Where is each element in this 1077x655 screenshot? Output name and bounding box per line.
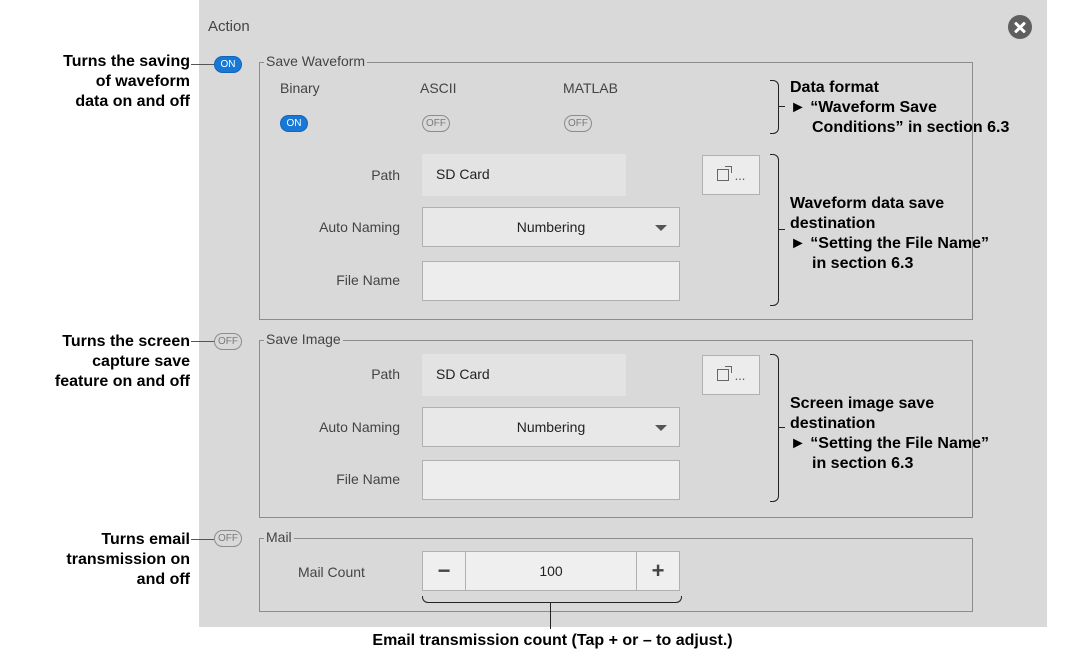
annotation-line: in section 6.3 [812,455,914,472]
browse-label: ... [734,167,746,183]
mail-group-label: Mail [264,529,294,545]
close-icon[interactable] [1008,15,1032,39]
save-waveform-toggle[interactable]: ON [214,56,242,73]
image-path-value: SD Card [422,354,626,396]
waveform-path-label: Path [371,167,400,183]
format-ascii-toggle[interactable]: OFF [422,115,450,132]
waveform-browse-button[interactable]: ... [702,155,760,195]
annotation-waveform-dest: Waveform data save destination ► “Settin… [790,194,1075,274]
brace [422,596,682,603]
annotation-line: Turns email [101,531,190,548]
annotation-data-format: Data format ► “Waveform Save Conditions”… [790,78,1075,138]
open-external-icon [716,366,732,381]
annotation-line: transmission on [66,551,190,568]
mail-count-value[interactable]: 100 [466,552,636,590]
format-binary-label: Binary [280,80,320,96]
waveform-path-value: SD Card [422,154,626,196]
annotation-line: Data format [790,79,879,96]
annotation-line: ► “Waveform Save [790,99,937,116]
dropdown-value: Numbering [516,419,586,435]
format-binary-toggle[interactable]: ON [280,115,308,132]
brace [770,354,779,502]
brace-tip [550,603,551,629]
browse-label: ... [734,367,746,383]
annotation-line: of waveform [95,73,190,90]
waveform-file-name-label: File Name [336,272,400,288]
brace-tip [779,106,785,107]
save-image-group-label: Save Image [264,331,343,347]
save-image-toggle[interactable]: OFF [214,333,242,350]
format-ascii-label: ASCII [420,80,457,96]
annotation-line: ► “Setting the File Name” [790,235,989,252]
image-file-name-input[interactable] [422,460,680,500]
annotation-line: destination [790,415,876,432]
brace-tip [779,427,785,428]
image-auto-naming-label: Auto Naming [319,419,400,435]
plus-button[interactable]: + [637,552,679,590]
brace-tip [779,229,785,230]
annotation-line: in section 6.3 [812,255,914,272]
image-path-label: Path [371,366,400,382]
annotation-waveform-toggle: Turns the saving of waveform data on and… [0,52,190,112]
annotation-line: data on and off [75,93,190,110]
dropdown-value: Numbering [516,219,586,235]
annotation-image-dest: Screen image save destination ► “Setting… [790,394,1075,474]
brace [770,80,779,134]
minus-button[interactable]: − [423,552,465,590]
brace [770,154,779,306]
annotation-line: Waveform data save [790,195,945,212]
waveform-file-name-input[interactable] [422,261,680,301]
dialog-title: Action [208,18,250,35]
open-external-icon [716,166,732,181]
annotation-line: Turns the saving [63,53,190,70]
waveform-auto-naming-label: Auto Naming [319,219,400,235]
annotation-mail-toggle: Turns email transmission on and off [0,530,190,590]
image-browse-button[interactable]: ... [702,355,760,395]
leader-line [191,64,214,65]
annotation-line: destination [790,215,876,232]
image-file-name-label: File Name [336,471,400,487]
leader-line [191,341,214,342]
annotation-line: Screen image save [790,395,935,412]
annotation-line: feature on and off [54,373,190,390]
annotation-image-toggle: Turns the screen capture save feature on… [0,332,190,392]
annotation-mail-count: Email transmission count (Tap + or – to … [372,632,733,649]
chevron-down-icon [655,225,667,231]
mail-toggle[interactable]: OFF [214,530,242,547]
waveform-auto-naming-dropdown[interactable]: Numbering [422,207,680,247]
image-auto-naming-dropdown[interactable]: Numbering [422,407,680,447]
format-matlab-label: MATLAB [563,80,618,96]
format-matlab-toggle[interactable]: OFF [564,115,592,132]
mail-count-stepper: − 100 + [422,551,680,591]
annotation-line: capture save [92,353,190,370]
mail-count-label: Mail Count [298,564,365,580]
annotation-line: Conditions” in section 6.3 [812,119,1010,136]
save-waveform-group-label: Save Waveform [264,53,368,69]
annotation-line: ► “Setting the File Name” [790,435,989,452]
annotation-line: and off [136,571,190,588]
annotation-line: Turns the screen [62,333,190,350]
leader-line [191,539,214,540]
chevron-down-icon [655,425,667,431]
